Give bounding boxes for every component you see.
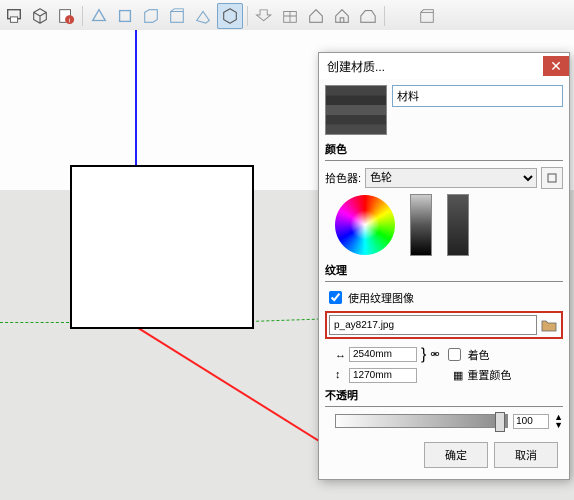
picker-select[interactable]: 色轮 [365,168,537,188]
create-material-dialog: 创建材质... ✕ 颜色 拾色器: 色轮 纹理 使用纹理图像 [318,52,570,480]
tool-shape5-icon[interactable] [191,4,215,28]
texture-section-header: 纹理 [325,262,563,278]
highlighted-texture-row [325,311,563,339]
color-section-header: 颜色 [325,141,563,157]
divider [325,406,563,407]
use-texture-label: 使用纹理图像 [348,290,414,306]
svg-text:i: i [69,17,70,24]
eyedropper-button[interactable] [541,167,563,189]
tool-shape1-icon[interactable] [87,4,111,28]
bracket-icon: } [421,346,426,364]
tool-house2-icon[interactable] [330,4,354,28]
cancel-button[interactable]: 取消 [494,442,558,468]
link-icon[interactable]: ⚮ [430,348,439,361]
tool-shape3-icon[interactable] [139,4,163,28]
value-slider-2[interactable] [447,194,469,256]
toolbar-separator [247,6,248,26]
browse-file-button[interactable] [539,315,559,335]
tool-shape2-icon[interactable] [113,4,137,28]
drawing-rectangle[interactable] [70,165,254,329]
main-toolbar: i [0,0,574,33]
divider [325,281,563,282]
material-name-input[interactable] [392,85,563,107]
divider [325,160,563,161]
opacity-input[interactable] [513,414,549,429]
reset-color-label: 重置颜色 [467,367,511,383]
dialog-titlebar[interactable]: 创建材质... ✕ [319,53,569,79]
ok-button[interactable]: 确定 [424,442,488,468]
picker-label: 拾色器: [325,170,361,186]
tool-empty-icon[interactable] [389,4,413,28]
width-arrow-icon: ↔ [335,349,345,361]
tool-box-icon[interactable] [415,4,439,28]
toolbar-separator [82,6,83,26]
toolbar-separator [384,6,385,26]
reset-color-icon[interactable]: ▦ [453,369,463,382]
tool-package-icon[interactable] [278,4,302,28]
material-preview-thumb [325,85,387,135]
close-button[interactable]: ✕ [543,56,569,76]
tool-shape4-icon[interactable] [165,4,189,28]
value-slider-1[interactable] [410,194,432,256]
dialog-title-text: 创建材质... [327,58,385,75]
opacity-slider[interactable] [335,414,508,428]
opacity-section-header: 不透明 [325,387,563,403]
height-arrow-icon: ↕ [335,369,345,381]
use-texture-checkbox[interactable] [329,291,342,304]
tool-shape6-icon[interactable] [217,3,243,29]
tool-house1-icon[interactable] [304,4,328,28]
tool-unfold-icon[interactable] [252,4,276,28]
colorize-checkbox[interactable] [448,348,461,361]
tool-print-icon[interactable] [2,4,26,28]
tool-info-icon[interactable]: i [54,4,78,28]
tool-cube-icon[interactable] [28,4,52,28]
tool-house3-icon[interactable] [356,4,380,28]
color-wheel[interactable] [335,195,395,255]
texture-filename-input[interactable] [329,315,537,335]
colorize-label: 着色 [468,347,490,363]
width-input[interactable] [349,347,417,362]
opacity-slider-thumb[interactable] [495,412,505,432]
opacity-spinner[interactable]: ▲▼ [554,413,563,429]
height-input[interactable] [349,368,417,383]
